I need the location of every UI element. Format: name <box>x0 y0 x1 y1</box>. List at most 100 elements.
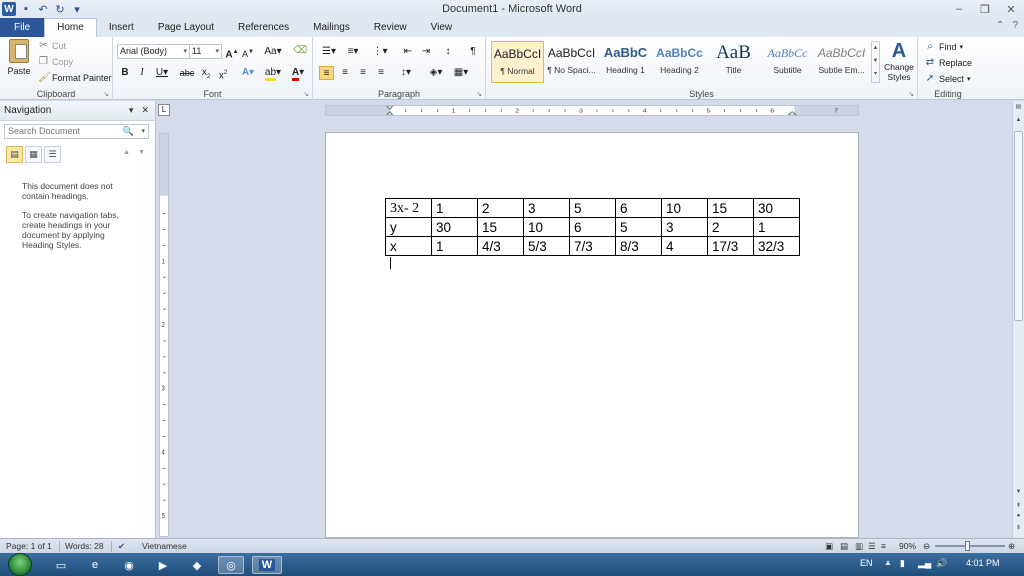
grow-font-icon[interactable]: A▲ <box>225 45 239 60</box>
table-cell[interactable]: 8/3 <box>615 236 662 256</box>
next-heading-icon[interactable]: ▼ <box>138 149 145 156</box>
style-normal[interactable]: AaBbCcI ¶ Normal <box>491 41 544 83</box>
tab-selector-icon[interactable]: L <box>158 104 170 116</box>
document-page[interactable]: 3x- 2 1 2 3 5 6 10 15 30 y 30 15 10 6 5 3 2 1 x 1 4/3 5/3 7/3 8… <box>325 132 859 538</box>
proofing-icon[interactable]: ✔ <box>118 541 125 552</box>
outline-view-icon[interactable]: ☰ <box>868 541 876 552</box>
clipboard-launcher-icon[interactable]: ↘ <box>103 90 109 98</box>
italic-icon[interactable]: I <box>136 66 148 80</box>
align-center-icon[interactable]: ≡ <box>338 66 352 80</box>
table-cell[interactable]: 5 <box>615 217 662 237</box>
superscript-icon[interactable]: x2 <box>216 66 230 81</box>
table-cell[interactable]: 4 <box>661 236 708 256</box>
internet-explorer-icon[interactable]: e <box>82 556 108 574</box>
highlight-color-icon[interactable]: ab▾ <box>263 66 283 81</box>
pages-view-icon[interactable]: ▦ <box>25 146 42 163</box>
strikethrough-icon[interactable]: abc <box>179 66 195 80</box>
change-case-icon[interactable]: Aa▾ <box>264 45 282 59</box>
word-taskbar-icon[interactable]: W <box>252 556 282 574</box>
table-cell[interactable]: 32/3 <box>753 236 800 256</box>
scroll-down-icon[interactable]: ▼ <box>1014 489 1023 498</box>
paragraph-launcher-icon[interactable]: ↘ <box>476 90 482 98</box>
style-title[interactable]: AaB Title <box>707 41 760 83</box>
table-cell[interactable]: 5 <box>569 198 616 218</box>
zoom-slider[interactable] <box>935 545 1005 547</box>
shrink-font-icon[interactable]: A▼ <box>241 45 255 59</box>
minimize-button[interactable]: – <box>946 0 972 18</box>
style-heading-1[interactable]: AaBbC Heading 1 <box>599 41 652 83</box>
horizontal-ruler[interactable]: 1 2 3 4 5 6 7 <box>325 105 859 116</box>
borders-icon[interactable]: ▦▾ <box>451 66 471 80</box>
table-cell[interactable]: 10 <box>523 217 570 237</box>
draft-view-icon[interactable]: ≡ <box>881 541 886 551</box>
browser-icon[interactable]: ◉ <box>116 556 142 574</box>
table-cell[interactable]: 4/3 <box>477 236 524 256</box>
word-count[interactable]: Words: 28 <box>65 541 104 551</box>
replace-button[interactable]: ⇄ Replace <box>924 57 972 68</box>
tab-page-layout[interactable]: Page Layout <box>146 19 226 37</box>
paint-icon[interactable]: ◆ <box>184 556 210 574</box>
table-cell[interactable]: 1 <box>431 198 478 218</box>
word-logo-icon[interactable]: W <box>2 2 16 16</box>
cut-button[interactable]: ✂ Cut <box>38 40 66 51</box>
ruler-toggle-icon[interactable]: ▤ <box>1014 103 1023 112</box>
shading-icon[interactable]: ◈▾ <box>426 66 446 80</box>
table-cell[interactable]: 6 <box>615 198 662 218</box>
previous-heading-icon[interactable]: ▲ <box>123 149 130 156</box>
table-cell[interactable]: 3 <box>523 198 570 218</box>
file-explorer-icon[interactable]: ▭ <box>48 556 74 574</box>
align-right-icon[interactable]: ≡ <box>356 66 370 80</box>
increase-indent-icon[interactable]: ⇥ <box>419 45 433 59</box>
subscript-icon[interactable]: x2 <box>199 66 213 80</box>
multilevel-list-icon[interactable]: ⋮▾ <box>369 45 391 59</box>
table-cell[interactable]: 10 <box>661 198 708 218</box>
print-layout-icon[interactable]: ▣ <box>825 541 833 552</box>
tab-review[interactable]: Review <box>362 19 419 37</box>
scroll-up-icon[interactable]: ▲ <box>1014 117 1023 126</box>
format-painter-button[interactable]: 🖌 Format Painter <box>38 72 112 83</box>
copy-button[interactable]: ❐ Copy <box>38 56 73 67</box>
table-cell[interactable]: y <box>385 217 432 237</box>
previous-page-icon[interactable]: ⇞ <box>1014 502 1023 511</box>
network-icon[interactable]: ▮ <box>900 558 905 569</box>
show-formatting-icon[interactable]: ¶ <box>467 45 479 59</box>
zoom-in-icon[interactable]: ⊕ <box>1008 541 1015 552</box>
save-icon[interactable]: ▪ <box>19 2 33 16</box>
table-cell[interactable]: 2 <box>707 217 754 237</box>
table-cell[interactable]: 2 <box>477 198 524 218</box>
undo-icon[interactable]: ↶ <box>36 2 50 16</box>
change-styles-button[interactable]: A Change Styles <box>882 40 916 82</box>
numbering-icon[interactable]: ≡▾ <box>343 45 363 59</box>
table-cell[interactable]: 7/3 <box>569 236 616 256</box>
table-cell[interactable]: x <box>385 236 432 256</box>
volume-icon[interactable]: 🔊 <box>936 558 947 569</box>
language-indicator[interactable]: Vietnamese <box>142 541 187 551</box>
font-face-select[interactable]: Arial (Body) ▾ <box>117 44 190 59</box>
close-button[interactable]: ✕ <box>998 0 1024 18</box>
decrease-indent-icon[interactable]: ⇤ <box>401 45 415 59</box>
pane-options-icon[interactable]: ▾ <box>129 105 134 116</box>
font-color-icon[interactable]: A▾ <box>289 66 307 81</box>
bullets-icon[interactable]: ☰▾ <box>319 45 339 59</box>
green-app-icon[interactable]: ◎ <box>218 556 244 574</box>
bold-icon[interactable]: B <box>119 66 131 80</box>
vertical-ruler[interactable]: 1 2 3 4 5 <box>159 133 169 537</box>
page-count[interactable]: Page: 1 of 1 <box>6 541 52 551</box>
table-cell[interactable]: 3 <box>661 217 708 237</box>
tab-file[interactable]: File <box>0 18 45 37</box>
style-no-spacing[interactable]: AaBbCcI ¶ No Spaci... <box>545 41 598 83</box>
tab-insert[interactable]: Insert <box>97 19 146 37</box>
close-pane-icon[interactable]: ✕ <box>141 105 149 116</box>
table-cell[interactable]: 5/3 <box>523 236 570 256</box>
search-document-input[interactable]: Search Document 🔍 ▾ <box>4 124 149 139</box>
find-button[interactable]: ⌕ Find ▾ <box>924 41 963 52</box>
vertical-scrollbar[interactable]: ▤ ▲ ▼ ⇞ ● ⇟ <box>1012 101 1024 538</box>
show-hidden-icons-icon[interactable]: ▲ <box>884 558 892 567</box>
table-cell[interactable]: 6 <box>569 217 616 237</box>
justify-icon[interactable]: ≡ <box>374 66 388 80</box>
results-view-icon[interactable]: ☰ <box>44 146 61 163</box>
tab-references[interactable]: References <box>226 19 301 37</box>
search-icon[interactable]: 🔍 <box>123 125 134 138</box>
minimize-ribbon-icon[interactable]: ⌃ <box>996 20 1004 31</box>
restore-button[interactable]: ❐ <box>972 0 998 18</box>
